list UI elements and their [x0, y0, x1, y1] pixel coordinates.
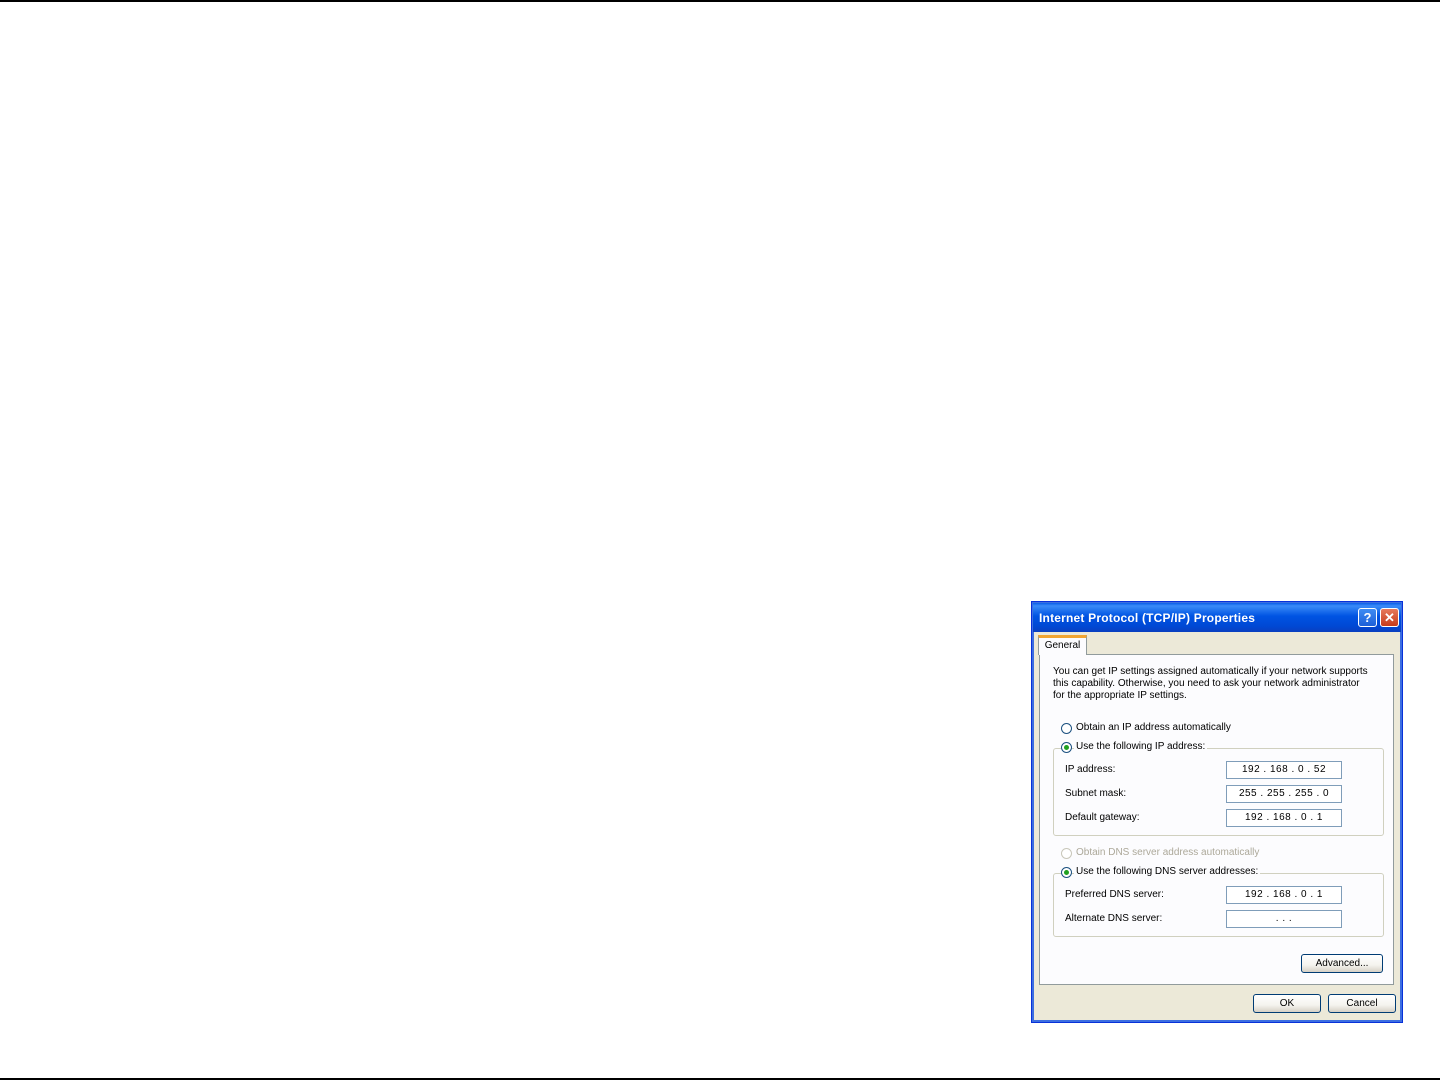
use-following-ip-label[interactable]: Use the following IP address:: [1074, 741, 1208, 752]
default-gateway-field[interactable]: 192 . 168 . 0 . 1: [1226, 809, 1342, 827]
subnet-mask-field[interactable]: 255 . 255 . 255 . 0: [1226, 785, 1342, 803]
obtain-ip-auto-radio[interactable]: [1061, 723, 1072, 734]
advanced-button[interactable]: Advanced...: [1301, 954, 1383, 973]
preferred-dns-field[interactable]: 192 . 168 . 0 . 1: [1226, 886, 1342, 904]
ok-button[interactable]: OK: [1253, 994, 1321, 1013]
title-bar[interactable]: Internet Protocol (TCP/IP) Properties ? …: [1033, 603, 1401, 632]
ip-address-field[interactable]: 192 . 168 . 0 . 52: [1226, 761, 1342, 779]
top-rule: [0, 0, 1440, 2]
cancel-button[interactable]: Cancel: [1328, 994, 1396, 1013]
subnet-mask-label: Subnet mask:: [1065, 788, 1127, 799]
alternate-dns-field[interactable]: . . .: [1226, 910, 1342, 928]
tab-general[interactable]: General: [1038, 635, 1087, 655]
help-button[interactable]: ?: [1358, 608, 1377, 627]
obtain-ip-auto-label[interactable]: Obtain an IP address automatically: [1076, 722, 1231, 733]
use-following-dns-radio[interactable]: [1061, 867, 1072, 878]
ip-address-label: IP address:: [1065, 764, 1116, 775]
description-text: You can get IP settings assigned automat…: [1053, 666, 1368, 701]
obtain-dns-auto-label[interactable]: Obtain DNS server address automatically: [1076, 847, 1259, 858]
obtain-dns-auto-radio[interactable]: [1061, 848, 1072, 859]
preferred-dns-label: Preferred DNS server:: [1065, 889, 1164, 900]
bottom-rule: [0, 1078, 1440, 1080]
use-following-dns-label[interactable]: Use the following DNS server addresses:: [1074, 866, 1261, 877]
use-following-ip-radio[interactable]: [1061, 742, 1072, 753]
alternate-dns-label: Alternate DNS server:: [1065, 913, 1163, 924]
close-button[interactable]: ✕: [1380, 608, 1399, 627]
default-gateway-label: Default gateway:: [1065, 812, 1140, 823]
dialog-title: Internet Protocol (TCP/IP) Properties: [1039, 611, 1256, 625]
